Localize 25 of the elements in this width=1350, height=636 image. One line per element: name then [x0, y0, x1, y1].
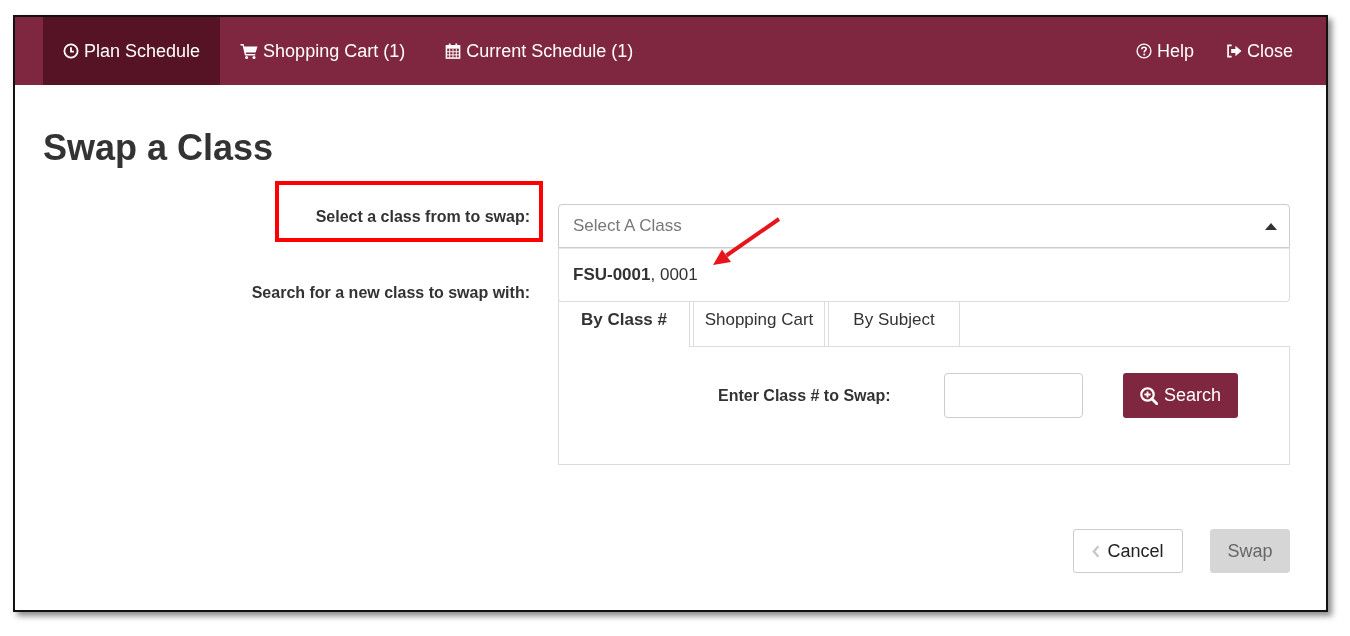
class-select[interactable]: Select A Class — [558, 204, 1290, 248]
tab[interactable]: By Subject — [828, 300, 960, 346]
zoom-in-icon — [1139, 386, 1158, 405]
field-label: Enter Class # to Swap: — [718, 386, 892, 405]
tab[interactable]: By Class # — [558, 300, 690, 347]
class-number-input[interactable] — [944, 373, 1083, 418]
nav-link[interactable]: Help — [1119, 17, 1210, 85]
field-label: Select a class from to swap: — [314, 207, 530, 227]
page-title: Swap a Class — [43, 128, 275, 168]
sign-out-icon — [1225, 43, 1242, 59]
field-label: Search for a new class to swap with: — [250, 283, 530, 303]
tab[interactable]: Shopping Cart — [693, 300, 825, 346]
calendar-icon — [445, 43, 462, 59]
caret-up-icon — [1265, 222, 1277, 230]
search-button[interactable]: Search — [1123, 373, 1238, 418]
nav-tab[interactable]: Shopping Cart (1) — [220, 17, 426, 85]
chevron-left-icon — [1092, 544, 1101, 558]
cancel-button[interactable]: Cancel — [1073, 529, 1183, 573]
help-icon — [1135, 43, 1152, 59]
nav-tab[interactable]: Current Schedule (1) — [425, 17, 654, 85]
nav-link[interactable]: Close — [1209, 17, 1309, 85]
cart-icon — [240, 43, 259, 59]
clock-icon — [63, 43, 79, 59]
nav-tab[interactable]: Plan Schedule — [43, 17, 221, 85]
dropdown-option[interactable]: FSU-0001, 0001 — [559, 249, 1289, 301]
